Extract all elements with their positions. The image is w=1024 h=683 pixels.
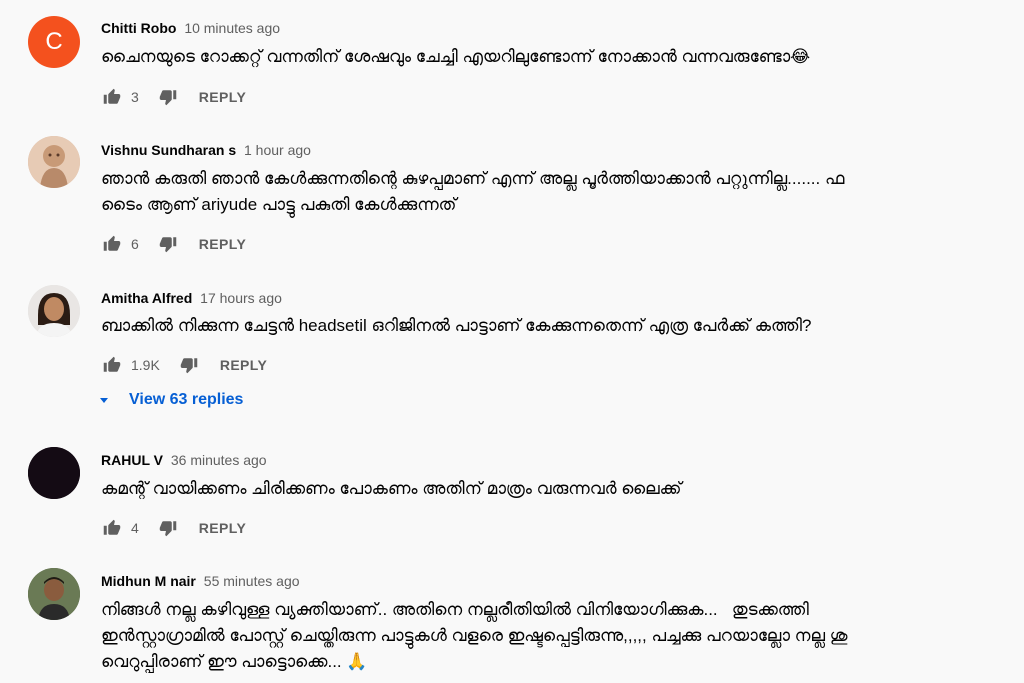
thumbs-down-icon[interactable] [157, 86, 179, 108]
comment-header: Midhun M nair 55 minutes ago [101, 573, 300, 589]
author-name[interactable]: Amitha Alfred [101, 290, 192, 306]
comment-time[interactable]: 17 hours ago [200, 290, 282, 306]
comment-actions: 1.9K REPLY [101, 354, 267, 376]
comment-header: Amitha Alfred 17 hours ago [101, 290, 282, 306]
like-count: 4 [131, 520, 139, 536]
thumbs-down-icon[interactable] [157, 517, 179, 539]
author-name[interactable]: Midhun M nair [101, 573, 196, 589]
thumbs-down-icon[interactable] [157, 233, 179, 255]
view-replies-button[interactable]: View 63 replies [100, 391, 243, 409]
reply-button[interactable]: REPLY [199, 89, 246, 105]
author-name[interactable]: Chitti Robo [101, 20, 176, 36]
comment-header: RAHUL V 36 minutes ago [101, 452, 267, 468]
comment-text: കമന്റ് വായിക്കണം ചിരിക്കണം പോകണം അതിന് മ… [101, 479, 682, 498]
user-avatar-image [28, 136, 80, 188]
comment-header: Chitti Robo 10 minutes ago [101, 20, 280, 36]
reply-button[interactable]: REPLY [199, 520, 246, 536]
comment-actions: 3 REPLY [101, 86, 246, 108]
like-count: 3 [131, 89, 139, 105]
thumbs-up-icon[interactable] [101, 517, 123, 539]
author-name[interactable]: Vishnu Sundharan s [101, 142, 236, 158]
comment-time[interactable]: 1 hour ago [244, 142, 311, 158]
view-replies-label: View 63 replies [129, 391, 244, 408]
like-count: 6 [131, 236, 139, 252]
reply-button[interactable]: REPLY [199, 236, 246, 252]
comment-text: ചൈനയുടെ റോക്കറ്റ് വന്നതിന് ശേഷവും ചേച്ചി… [101, 47, 811, 66]
comment-actions: 6 REPLY [101, 233, 246, 255]
thumbs-down-icon[interactable] [178, 354, 200, 376]
comment-actions: 4 REPLY [101, 517, 246, 539]
avatar[interactable] [28, 568, 80, 620]
reply-button[interactable]: REPLY [220, 357, 267, 373]
avatar-letter: C [45, 28, 63, 55]
avatar[interactable]: C [28, 16, 80, 68]
thumbs-up-icon[interactable] [101, 354, 123, 376]
avatar[interactable] [28, 285, 80, 337]
comment-text: നിങ്ങൾ നല്ല കഴിവുള്ള വ്യക്തിയാണ്.. അതിനെ… [101, 600, 848, 671]
avatar[interactable] [28, 136, 80, 188]
author-name[interactable]: RAHUL V [101, 452, 163, 468]
comment-time[interactable]: 55 minutes ago [204, 573, 300, 589]
thumbs-up-icon[interactable] [101, 86, 123, 108]
comment-text: ബാക്കിൽ നിക്കുന്ന ചേട്ടൻ headsetil ഒറിജി… [101, 316, 812, 335]
user-avatar-image [28, 447, 80, 499]
comment-time[interactable]: 10 minutes ago [184, 20, 280, 36]
like-count: 1.9K [131, 357, 160, 373]
user-avatar-image [28, 568, 80, 620]
thumbs-up-icon[interactable] [101, 233, 123, 255]
comment-header: Vishnu Sundharan s 1 hour ago [101, 142, 311, 158]
comment-text: ഞാൻ കരുതി ഞാൻ കേൾക്കുന്നതിന്റെ കുഴപ്പമാണ… [101, 169, 845, 214]
avatar[interactable] [28, 447, 80, 499]
caret-down-icon [100, 397, 108, 403]
comment-time[interactable]: 36 minutes ago [171, 452, 267, 468]
user-avatar-image [28, 285, 80, 337]
